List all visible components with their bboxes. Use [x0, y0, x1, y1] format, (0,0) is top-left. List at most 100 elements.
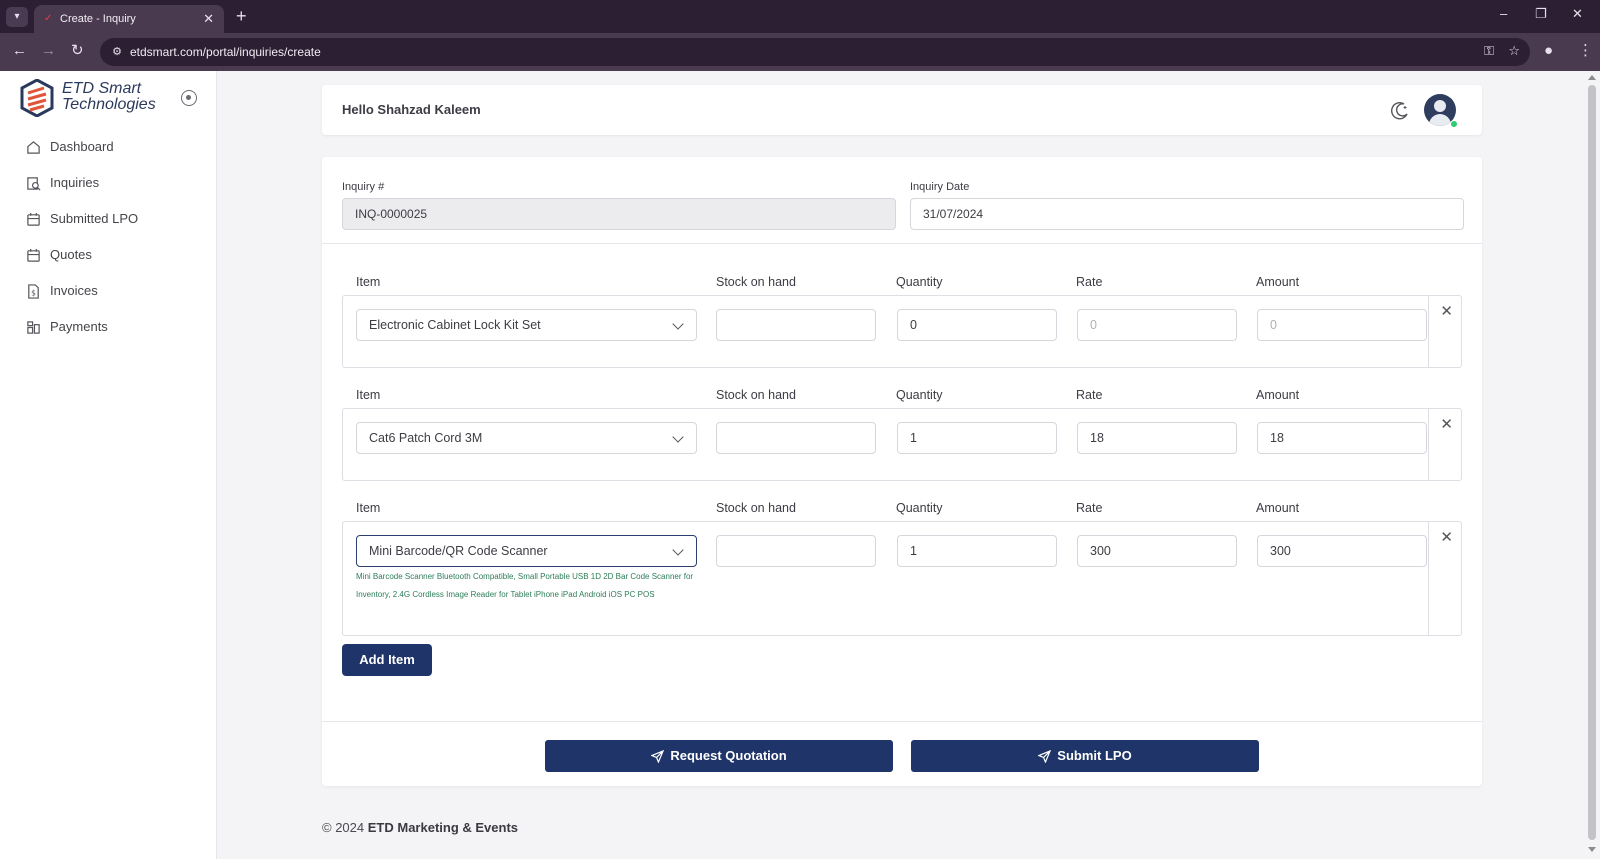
logo-mark-icon — [20, 79, 54, 117]
sidebar-item-invoices[interactable]: $ Invoices — [0, 273, 216, 309]
stock-on-hand-input[interactable] — [716, 422, 876, 454]
stock-on-hand-input[interactable] — [716, 309, 876, 341]
sidebar-item-quotes[interactable]: Quotes — [0, 237, 216, 273]
greeting-text: Hello Shahzad Kaleem — [342, 102, 481, 117]
row-separator — [1428, 296, 1429, 367]
quantity-input[interactable]: 1 — [897, 535, 1057, 567]
item-select[interactable]: Cat6 Patch Cord 3M — [356, 422, 697, 454]
row-separator — [1428, 409, 1429, 480]
item-select-value: Mini Barcode/QR Code Scanner — [369, 544, 548, 558]
reload-icon[interactable]: ↻ — [71, 42, 84, 60]
browser-menu-icon[interactable]: ⋮ — [1578, 42, 1593, 60]
stock-column-header: Stock on hand — [716, 388, 796, 402]
item-row: ✕ Electronic Cabinet Lock Kit Set 0 0 0 — [342, 295, 1462, 368]
sidebar-item-label: Invoices — [50, 283, 98, 298]
page-scrollbar[interactable] — [1584, 71, 1600, 859]
restore-icon[interactable]: ❐ — [1535, 6, 1547, 22]
sidebar-item-dashboard[interactable]: Dashboard — [0, 129, 216, 165]
rate-column-header: Rate — [1076, 388, 1103, 402]
home-icon — [27, 141, 40, 154]
browser-toolbar: ← → ↻ ⚙ etdsmart.com/portal/inquiries/cr… — [0, 33, 1600, 71]
request-quotation-button[interactable]: Request Quotation — [545, 740, 893, 772]
sidebar-item-label: Quotes — [50, 247, 92, 262]
profile-icon[interactable]: ● — [1544, 42, 1553, 60]
item-column-header: Item — [356, 388, 381, 402]
payments-icon — [27, 321, 40, 334]
logo-line-1: ETD Smart — [62, 80, 142, 97]
url-text: etdsmart.com/portal/inquiries/create — [130, 45, 321, 59]
sidebar-nav: Dashboard Inquiries Submitted LPO Quotes… — [0, 129, 216, 345]
copyright-text: © 2024 — [322, 820, 365, 835]
password-key-icon[interactable]: ⚿ — [1484, 43, 1494, 59]
inquiry-date-field[interactable]: 31/07/2024 — [910, 198, 1464, 230]
item-select[interactable]: Mini Barcode/QR Code Scanner — [356, 535, 697, 567]
rate-column-header: Rate — [1076, 275, 1103, 289]
sidebar-item-payments[interactable]: Payments — [0, 309, 216, 345]
item-column-header: Item — [356, 501, 381, 515]
tab-close-icon[interactable]: ✕ — [203, 5, 214, 33]
scroll-thumb[interactable] — [1588, 85, 1596, 840]
stock-column-header: Stock on hand — [716, 275, 796, 289]
new-tab-button[interactable]: + — [236, 5, 247, 27]
company-logo[interactable]: ETD Smart Technologies — [20, 79, 190, 121]
site-info-icon[interactable]: ⚙ — [108, 43, 126, 61]
sidebar-item-label: Inquiries — [50, 175, 100, 190]
tab-title: Create - Inquiry — [60, 13, 136, 25]
site-favicon-icon: ✓ — [44, 13, 53, 24]
bookmark-star-icon[interactable]: ☆ — [1508, 43, 1520, 59]
chevron-down-icon — [672, 431, 684, 443]
submit-lpo-label: Submit LPO — [1057, 748, 1132, 763]
request-quotation-label: Request Quotation — [670, 748, 787, 763]
inquiry-number-field[interactable]: INQ-0000025 — [342, 198, 896, 230]
item-select-value: Cat6 Patch Cord 3M — [369, 431, 483, 445]
rate-input[interactable]: 0 — [1077, 309, 1237, 341]
item-row: ✕ Mini Barcode/QR Code Scanner Mini Barc… — [342, 521, 1462, 636]
logo-text: ETD Smart Technologies — [62, 81, 156, 113]
amount-input[interactable]: 0 — [1257, 309, 1427, 341]
sidebar-item-inquiries[interactable]: Inquiries — [0, 165, 216, 201]
remove-row-icon[interactable]: ✕ — [1440, 528, 1453, 546]
tab-search-button[interactable]: ▾ — [6, 7, 28, 27]
browser-tab[interactable]: ✓ Create - Inquiry ✕ — [34, 5, 224, 33]
scroll-up-icon[interactable] — [1588, 75, 1596, 80]
add-item-button[interactable]: Add Item — [342, 644, 432, 676]
amount-column-header: Amount — [1256, 501, 1300, 515]
rate-input[interactable]: 300 — [1077, 535, 1237, 567]
inquiry-icon — [27, 177, 41, 191]
minimize-icon[interactable]: – — [1500, 6, 1507, 21]
address-bar[interactable]: ⚙ etdsmart.com/portal/inquiries/create ⚿… — [100, 38, 1530, 66]
inquiry-form-card: Inquiry # INQ-0000025 Inquiry Date 31/07… — [322, 157, 1482, 786]
stock-on-hand-input[interactable] — [716, 535, 876, 567]
row-separator — [1428, 522, 1429, 635]
dark-mode-moon-icon[interactable] — [1390, 101, 1410, 121]
sidebar-item-submitted-lpo[interactable]: Submitted LPO — [0, 201, 216, 237]
send-plane-icon — [651, 750, 665, 764]
remove-row-icon[interactable]: ✕ — [1440, 302, 1453, 320]
stock-column-header: Stock on hand — [716, 501, 796, 515]
window-close-icon[interactable]: ✕ — [1572, 6, 1583, 22]
sidebar-item-label: Dashboard — [50, 139, 114, 154]
item-description: Mini Barcode Scanner Bluetooth Compatibl… — [356, 572, 694, 599]
remove-row-icon[interactable]: ✕ — [1440, 415, 1453, 433]
quantity-input[interactable]: 0 — [897, 309, 1057, 341]
item-column-header: Item — [356, 275, 381, 289]
amount-input[interactable]: 300 — [1257, 535, 1427, 567]
divider — [322, 721, 1482, 722]
item-select[interactable]: Electronic Cabinet Lock Kit Set — [356, 309, 697, 341]
scroll-down-icon[interactable] — [1588, 847, 1596, 852]
amount-input[interactable]: 18 — [1257, 422, 1427, 454]
svg-text:$: $ — [31, 288, 36, 297]
chevron-down-icon — [672, 544, 684, 556]
amount-column-header: Amount — [1256, 388, 1300, 402]
item-row: ✕ Cat6 Patch Cord 3M 1 18 18 — [342, 408, 1462, 481]
quantity-input[interactable]: 1 — [897, 422, 1057, 454]
sidebar-toggle-icon[interactable] — [181, 90, 197, 106]
submit-lpo-button[interactable]: Submit LPO — [911, 740, 1259, 772]
back-icon[interactable]: ← — [12, 42, 27, 60]
divider — [322, 243, 1482, 244]
item-select-value: Electronic Cabinet Lock Kit Set — [369, 318, 541, 332]
forward-icon[interactable]: → — [41, 42, 56, 60]
inquiry-number-label: Inquiry # — [342, 181, 385, 193]
rate-input[interactable]: 18 — [1077, 422, 1237, 454]
calendar-icon — [27, 248, 40, 262]
